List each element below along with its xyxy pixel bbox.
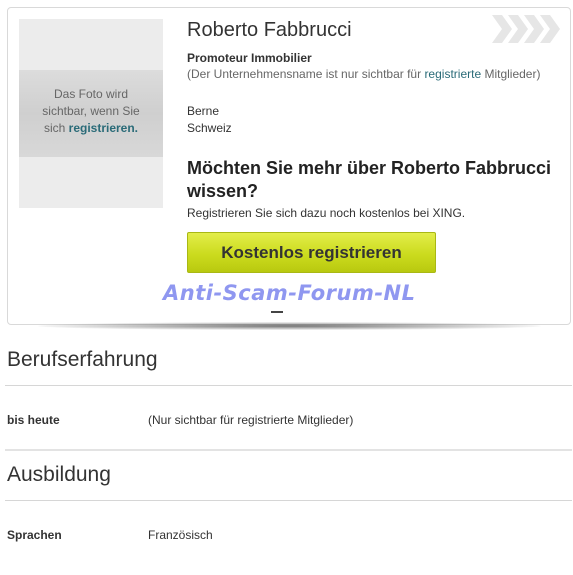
cta-subtext: Registrieren Sie sich dazu noch kostenlo… [187, 206, 466, 220]
company-note-prefix: (Der Unternehmensname ist nur sichtbar f… [187, 67, 425, 81]
section-title-experience: Berufserfahrung [7, 348, 158, 371]
education-row-value: Französisch [148, 528, 213, 542]
location-city: Berne [187, 104, 220, 118]
registered-members-link[interactable]: registrierte [424, 67, 481, 81]
experience-row-label: bis heute [7, 413, 60, 427]
watermark-text: Anti-Scam-Forum-NL [163, 281, 416, 305]
education-row-label: Sprachen [7, 528, 62, 542]
profile-name: Roberto Fabbrucci [187, 19, 352, 41]
section-title-education: Ausbildung [7, 463, 111, 486]
profile-photo-placeholder: Das Foto wird sichtbar, wenn Sie sich re… [19, 19, 163, 208]
job-title: Promoteur Immobilier [187, 51, 312, 65]
photo-text-line3: sich registrieren. [19, 120, 163, 137]
register-button[interactable]: Kostenlos registrieren [187, 232, 436, 273]
chevron-decoration-icon [492, 15, 560, 43]
photo-text-line1: Das Foto wird [53, 87, 129, 101]
divider [5, 449, 572, 451]
photo-register-link[interactable]: registrieren. [69, 121, 138, 135]
company-note-suffix: Mitglieder) [481, 67, 541, 81]
photo-hidden-notice: Das Foto wird sichtbar, wenn Sie sich re… [19, 86, 163, 137]
scroll-indicator [271, 311, 283, 313]
photo-text-prefix: sich [43, 121, 69, 135]
experience-row-value: (Nur sichtbar für registrierte Mitgliede… [148, 413, 354, 427]
photo-text-line2: sichtbar, wenn Sie [42, 104, 140, 118]
divider [5, 385, 572, 386]
cta-heading: Möchten Sie mehr über Roberto Fabbrucci … [187, 158, 552, 201]
card-shadow [38, 322, 541, 330]
profile-card: Das Foto wird sichtbar, wenn Sie sich re… [7, 7, 571, 325]
company-hidden-note: (Der Unternehmensname ist nur sichtbar f… [187, 67, 540, 81]
divider [5, 500, 572, 501]
location-country: Schweiz [187, 121, 232, 135]
